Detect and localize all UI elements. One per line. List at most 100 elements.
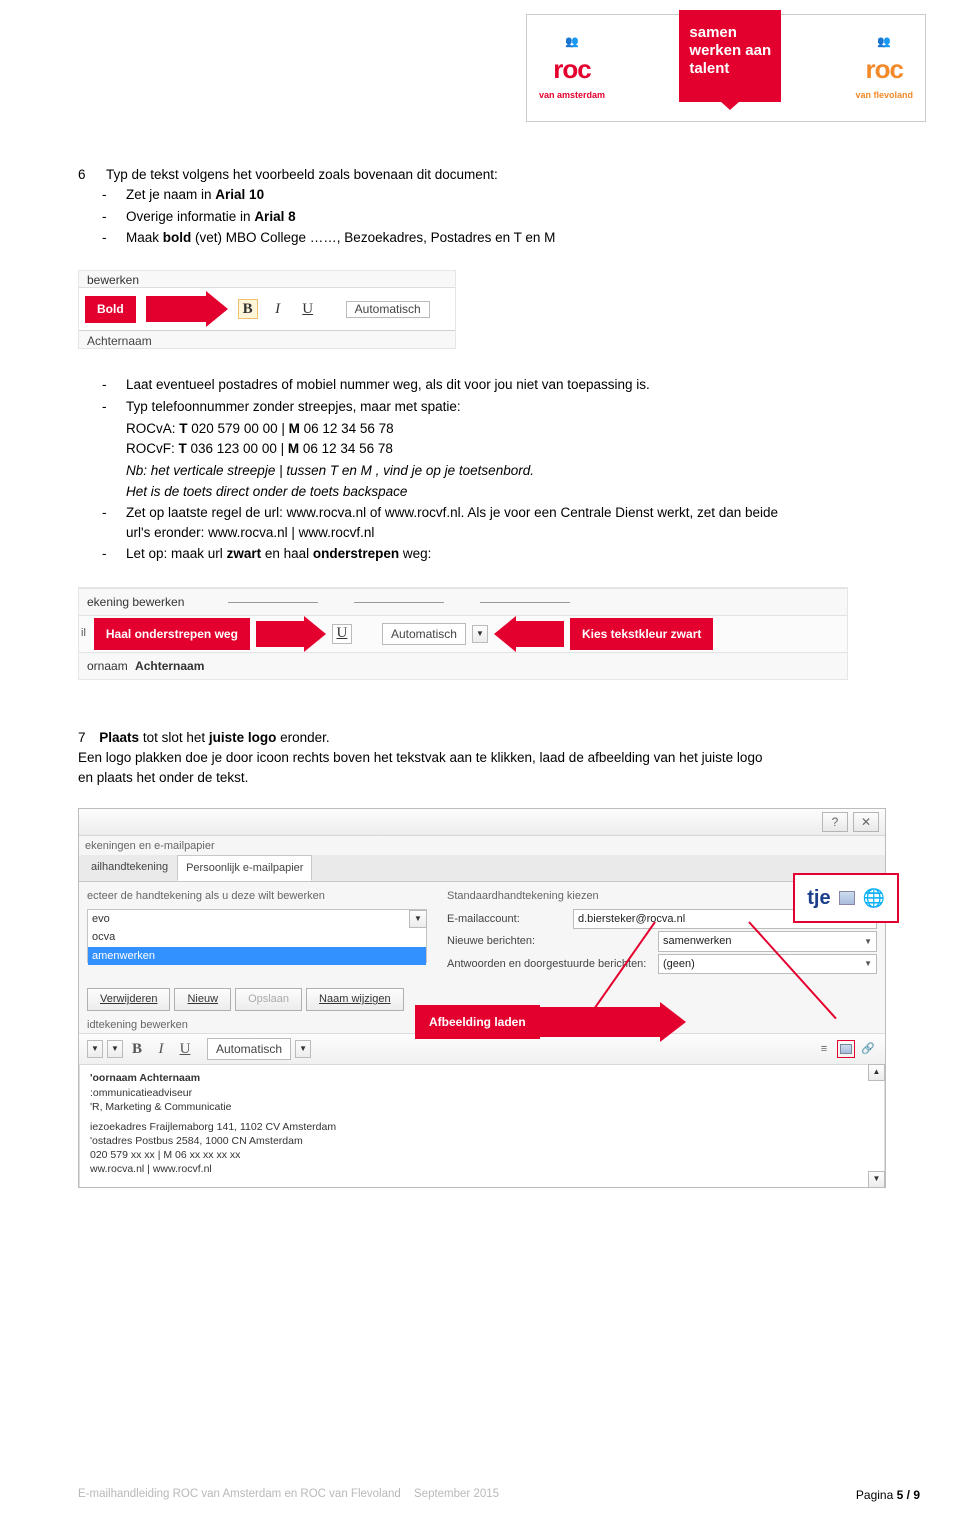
bewerken-label: bewerken: [79, 271, 455, 288]
figure-bold-toolbar: bewerken Bold B I U Automatisch Achterna…: [78, 270, 882, 349]
afbeelding-tag-text: Afbeelding laden: [415, 1005, 540, 1039]
replies-dropdown[interactable]: (geen)▼: [658, 954, 877, 975]
footer-left: E-mailhandleiding ROC van Amsterdam en R…: [78, 1486, 499, 1504]
people-graphic: 👥: [565, 34, 579, 51]
link-icon[interactable]: 🔗: [859, 1040, 877, 1058]
dropdown-arrow-icon[interactable]: ▼: [472, 625, 488, 643]
insert-image-callout: tje 🌐: [793, 873, 899, 923]
page-footer: E-mailhandleiding ROC van Amsterdam en R…: [78, 1486, 920, 1504]
arrow-right-icon: [256, 616, 326, 652]
line3: talent: [689, 60, 771, 78]
afbeelding-callout: Afbeelding laden: [415, 1002, 686, 1042]
bullet-postadres: Laat eventueel postadres of mobiel numme…: [102, 375, 882, 395]
underline-button[interactable]: U: [175, 1039, 195, 1059]
page-number: Pagina 5 / 9: [856, 1486, 920, 1504]
font-dropdown-arrow-icon[interactable]: ▼: [87, 1040, 103, 1058]
bullet-zwart: Let op: maak url zwart en haal onderstre…: [102, 544, 882, 564]
color-dropdown[interactable]: Automatisch: [346, 301, 430, 318]
help-button[interactable]: ?: [822, 812, 848, 832]
scroll-down-icon[interactable]: ▼: [868, 1171, 885, 1188]
align-icon[interactable]: ≡: [815, 1040, 833, 1058]
van-flevoland-text: van flevoland: [855, 89, 913, 103]
new-messages-label: Nieuwe berichten:: [447, 933, 652, 950]
bold-button[interactable]: B: [238, 299, 258, 319]
figure-underline-color: ekening bewerken il Haal onderstrepen we…: [78, 587, 848, 680]
arrow-left-icon: [494, 616, 564, 652]
rocvf-line: ROCvF: T 036 123 00 00 | M 06 12 34 56 7…: [126, 439, 882, 459]
color-dropdown[interactable]: Automatisch: [382, 623, 466, 645]
van-amsterdam-text: van amsterdam: [539, 89, 605, 103]
globe-icon: 🌐: [863, 885, 885, 912]
tab-ailhandtekening[interactable]: ailhandtekening: [83, 855, 176, 882]
roc-flevoland-logo: 👥 roc van flevoland: [855, 34, 913, 103]
sig-role1: :ommunicatieadviseur: [90, 1086, 874, 1100]
breadcrumb-tab: ekeningen en e-mailpapier: [79, 836, 885, 855]
line2: werken aan: [689, 42, 771, 60]
step-6-heading: 6 Typ de tekst volgens het voorbeeld zoa…: [78, 165, 882, 185]
underline-button[interactable]: U: [298, 299, 318, 319]
step-number: 7: [78, 730, 86, 745]
rocva-line: ROCvA: T 020 579 00 00 | M 06 12 34 56 7…: [126, 419, 882, 439]
list-item[interactable]: ocva: [88, 928, 426, 947]
bullet-telefoon: Typ telefoonnummer zonder streepjes, maa…: [102, 397, 882, 502]
roc-text: roc: [553, 50, 590, 89]
color-dropdown[interactable]: Automatisch: [207, 1038, 291, 1060]
list-item-selected[interactable]: amenwerken: [88, 947, 426, 966]
step6-more-bullets: Laat eventueel postadres of mobiel numme…: [102, 375, 882, 564]
dd-small: il: [81, 625, 88, 642]
sig-name: 'oornaam Achternaam: [90, 1071, 874, 1085]
dropdown-arrow-icon[interactable]: ▼: [409, 910, 427, 928]
sig-addr2: 'ostadres Postbus 2584, 1000 CN Amsterda…: [90, 1134, 874, 1148]
step7-p2: en plaats het onder de tekst.: [78, 768, 882, 788]
nb-line1: Nb: het verticale streepje | tussen T en…: [126, 461, 882, 481]
color-dropdown-arrow-icon[interactable]: ▼: [295, 1040, 311, 1058]
new-button[interactable]: Nieuw: [174, 988, 231, 1011]
image-icon: [839, 891, 855, 905]
signature-preview: ▲ 'oornaam Achternaam :ommunicatieadvise…: [79, 1065, 885, 1186]
bullet-arial10: Zet je naam in Arial 10: [102, 185, 882, 205]
scroll-up-icon[interactable]: ▲: [868, 1064, 885, 1081]
italic-button[interactable]: I: [268, 299, 288, 319]
italic-button[interactable]: I: [151, 1039, 171, 1059]
size-dropdown-arrow-icon[interactable]: ▼: [107, 1040, 123, 1058]
people-graphic: 👥: [877, 34, 891, 51]
window-titlebar: ? ✕: [79, 809, 885, 836]
step-number: 6: [78, 165, 92, 185]
achternaam-text: Achternaam: [79, 331, 455, 348]
nb-line2: Het is de toets direct onder de toets ba…: [126, 482, 882, 502]
step6-bullets: Zet je naam in Arial 10 Overige informat…: [102, 185, 882, 248]
achternaam-bold: Achternaam: [135, 659, 204, 673]
roc-amsterdam-logo: 👥 roc van amsterdam: [539, 34, 605, 103]
notch-shape: [720, 101, 740, 110]
tab-persoonlijk[interactable]: Persoonlijk e-mailpapier: [177, 855, 312, 882]
underline-button[interactable]: U: [332, 624, 352, 644]
step-7-heading: 7 Plaats tot slot het juiste logo eronde…: [78, 728, 882, 748]
ornaam-text: ornaam: [87, 659, 128, 673]
figure-outlook-dialog: ? ✕ ekeningen en e-mailpapier ailhandtek…: [78, 808, 886, 1187]
list-item[interactable]: evo: [88, 910, 426, 929]
close-button[interactable]: ✕: [853, 812, 879, 832]
bullet-arial8: Overige informatie in Arial 8: [102, 207, 882, 227]
rename-button[interactable]: Naam wijzigen: [306, 988, 404, 1011]
sig-tel: 020 579 xx xx | M 06 xx xx xx xx: [90, 1148, 874, 1162]
bold-callout: Bold: [85, 296, 136, 323]
samenwerken-block: samen werken aan talent: [679, 10, 781, 102]
sig-url: ww.rocva.nl | www.rocvf.nl: [90, 1162, 874, 1176]
bold-button[interactable]: B: [127, 1039, 147, 1059]
step7-p1: Een logo plakken doe je door icoon recht…: [78, 748, 882, 768]
delete-button[interactable]: Verwijderen: [87, 988, 170, 1011]
underline-callout: Haal onderstrepen weg: [94, 618, 250, 650]
bullet-bold: Maak bold (vet) MBO College ……, Bezoekad…: [102, 228, 882, 248]
header-logo-box: 👥 roc van amsterdam samen werken aan tal…: [526, 14, 926, 122]
save-button[interactable]: Opslaan: [235, 988, 302, 1011]
roc-text: roc: [866, 50, 903, 89]
arrow-right-icon: [540, 1002, 686, 1042]
insert-image-icon[interactable]: [837, 1040, 855, 1058]
signature-listbox[interactable]: ▼ evo ocva amenwerken: [87, 909, 427, 963]
left-pane-title: ecteer de handtekening als u deze wilt b…: [87, 888, 427, 905]
sig-role2: 'R, Marketing & Communicatie: [90, 1100, 874, 1114]
color-callout: Kies tekstkleur zwart: [570, 618, 713, 650]
step-intro: Typ de tekst volgens het voorbeeld zoals…: [106, 165, 498, 185]
arrow-right-icon: [146, 291, 228, 327]
sig-addr1: iezoekadres Fraijlemaborg 141, 1102 CV A…: [90, 1120, 874, 1134]
